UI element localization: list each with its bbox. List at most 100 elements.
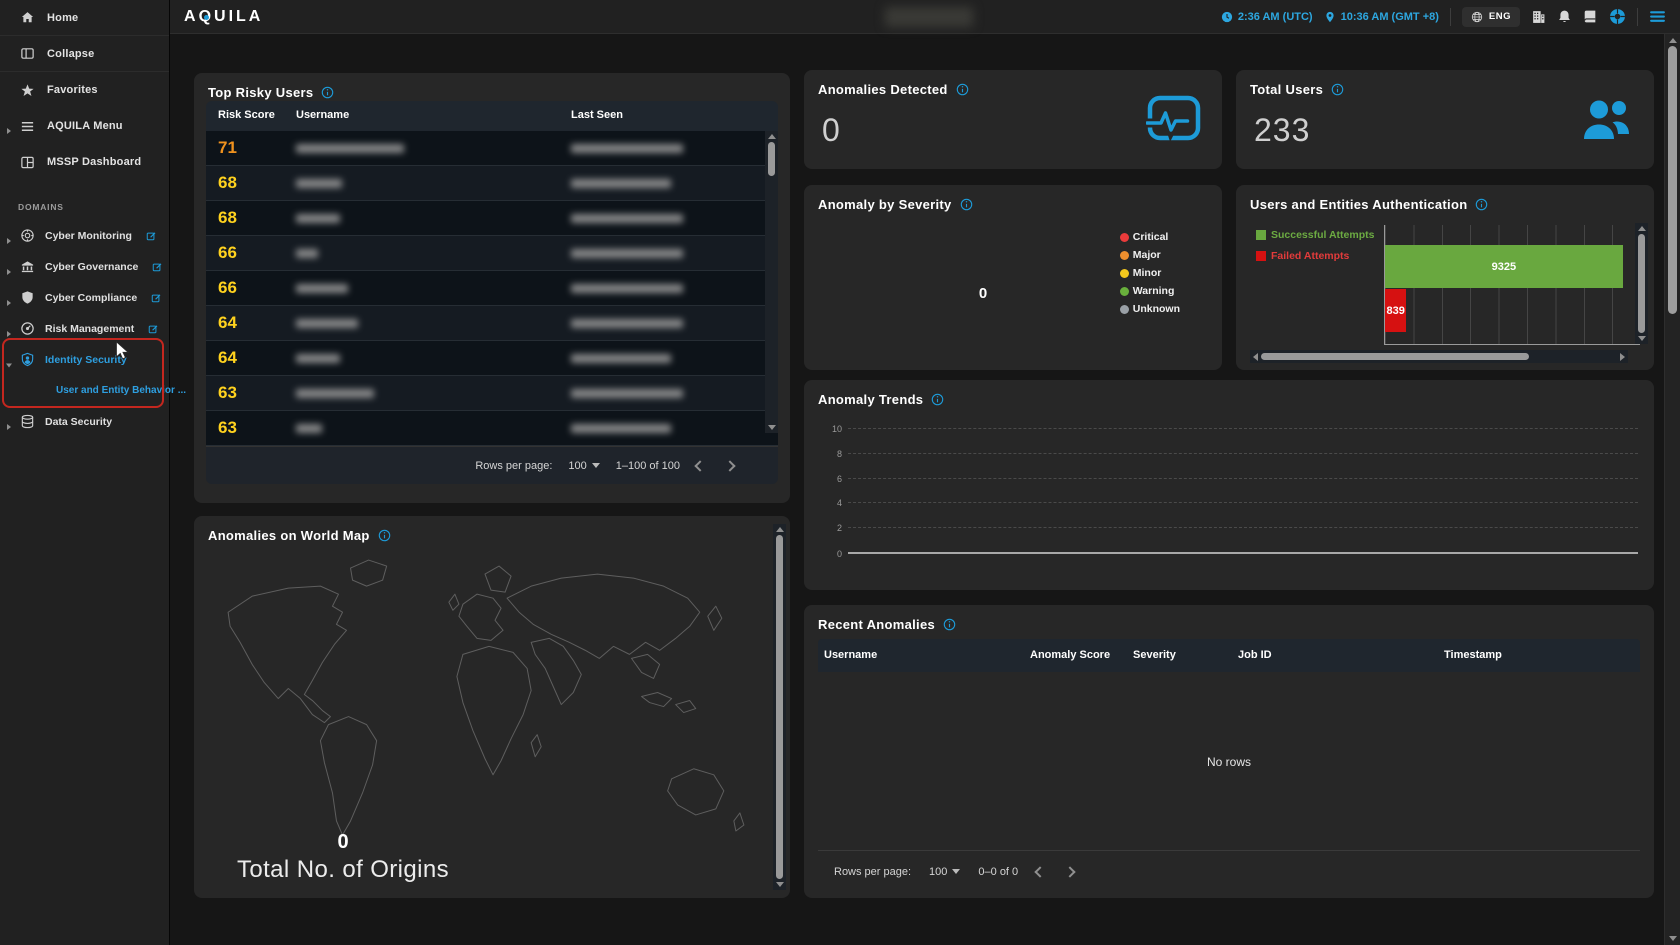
edit-icon[interactable] — [148, 324, 158, 334]
table-row[interactable]: 63 — [206, 411, 778, 446]
gauge-icon — [20, 321, 35, 336]
chevron-right-icon[interactable] — [5, 294, 13, 302]
table-row[interactable]: 66 — [206, 236, 778, 271]
table-scrollbar[interactable] — [765, 131, 778, 433]
edit-icon[interactable] — [152, 262, 162, 272]
chevron-right-icon[interactable] — [5, 263, 13, 271]
scrollbar-thumb[interactable] — [1668, 46, 1677, 314]
sidebar-item-collapse[interactable]: Collapse — [0, 36, 169, 72]
table-row[interactable]: 64 — [206, 341, 778, 376]
legend-item-critical[interactable]: Critical — [1120, 231, 1180, 243]
info-icon[interactable] — [956, 83, 969, 96]
map-scrollbar[interactable] — [773, 524, 786, 890]
scroll-down-icon[interactable] — [1669, 936, 1677, 941]
risk-score-value: 68 — [218, 208, 237, 228]
scroll-up-icon[interactable] — [1669, 38, 1677, 43]
logo-letters: UILA — [214, 8, 263, 26]
previous-page-button[interactable] — [1035, 866, 1046, 877]
anomaly-activity-icon — [1146, 94, 1202, 142]
gridline-y-10: 10 — [848, 428, 1638, 429]
clock-icon — [1221, 11, 1233, 23]
card-title: Anomaly by Severity — [818, 197, 952, 212]
legend-item-major[interactable]: Major — [1120, 249, 1180, 261]
sidebar-item-user-and-entity-behavior-[interactable]: User and Entity Behavior ... — [0, 375, 169, 406]
blurred-username — [296, 249, 318, 258]
risk-score-value: 64 — [218, 348, 237, 368]
sidebar-item-label: AQUILA Menu — [47, 120, 123, 132]
auth-vertical-scrollbar[interactable] — [1635, 223, 1648, 344]
sidebar-item-aquila-menu[interactable]: AQUILA Menu — [0, 108, 169, 144]
sidebar-top-items: HomeCollapseFavorites AQUILA Menu MSSP Das… — [0, 0, 169, 180]
info-icon[interactable] — [378, 529, 391, 542]
sidebar-item-home[interactable]: Home — [0, 0, 169, 36]
table-row[interactable]: 66 — [206, 271, 778, 306]
info-icon[interactable] — [943, 618, 956, 631]
language-selector[interactable]: ENG — [1462, 7, 1520, 27]
main-menu-button[interactable] — [1649, 8, 1666, 25]
rows-per-page-select[interactable]: 100 — [929, 866, 960, 878]
edit-icon[interactable] — [146, 231, 156, 241]
scrollbar-thumb[interactable] — [768, 142, 775, 176]
sidebar-item-favorites[interactable]: Favorites — [0, 72, 169, 108]
sidebar-item-cyber-governance[interactable]: Cyber Governance — [0, 251, 169, 282]
scrollbar-thumb[interactable] — [1261, 353, 1529, 360]
page-scrollbar[interactable] — [1664, 34, 1680, 945]
local-time-text: 10:36 AM (GMT +8) — [1341, 11, 1439, 23]
sidebar-item-identity-security[interactable]: Identity Security — [0, 344, 169, 375]
blurred-last-seen — [571, 389, 683, 398]
rows-per-page-select[interactable]: 100 — [568, 460, 599, 472]
scroll-up-icon[interactable] — [768, 134, 776, 139]
previous-page-button[interactable] — [694, 460, 705, 471]
auth-horizontal-scrollbar[interactable] — [1250, 350, 1628, 363]
chevron-right-icon[interactable] — [5, 122, 13, 130]
scrollbar-thumb[interactable] — [1638, 234, 1645, 333]
table-row[interactable]: 71 — [206, 131, 778, 166]
scroll-left-icon[interactable] — [1253, 353, 1258, 361]
next-page-button[interactable] — [1065, 866, 1076, 877]
sidebar-item-data-security[interactable]: Data Security — [0, 406, 169, 437]
table-row[interactable]: 64 — [206, 306, 778, 341]
sidebar-item-risk-management[interactable]: Risk Management — [0, 313, 169, 344]
scroll-down-icon[interactable] — [776, 882, 784, 887]
scroll-down-icon[interactable] — [768, 425, 776, 430]
table-row[interactable]: 63 — [206, 376, 778, 411]
organization-button[interactable] — [1531, 9, 1546, 24]
scrollbar-thumb[interactable] — [776, 535, 783, 879]
severity-total-value: 0 — [804, 285, 1162, 302]
legend-item-successful-attempts[interactable]: Successful Attempts — [1256, 229, 1374, 241]
table-row[interactable]: 68 — [206, 166, 778, 201]
info-icon[interactable] — [960, 198, 973, 211]
legend-item-failed-attempts[interactable]: Failed Attempts — [1256, 250, 1374, 262]
identity-icon — [20, 352, 35, 367]
scroll-right-icon[interactable] — [1620, 353, 1625, 361]
blurred-last-seen — [571, 284, 683, 293]
legend-item-unknown[interactable]: Unknown — [1120, 303, 1180, 315]
scroll-up-icon[interactable] — [1638, 226, 1646, 231]
notifications-button[interactable] — [1557, 9, 1572, 24]
blurred-username — [296, 319, 358, 328]
sidebar-item-mssp-dashboard[interactable]: MSSP Dashboard — [0, 144, 169, 180]
legend-item-warning[interactable]: Warning — [1120, 285, 1180, 297]
scroll-up-icon[interactable] — [776, 527, 784, 532]
scroll-down-icon[interactable] — [1638, 336, 1646, 341]
help-button[interactable] — [1609, 8, 1626, 25]
info-icon[interactable] — [931, 393, 944, 406]
documentation-button[interactable] — [1583, 9, 1598, 24]
info-icon[interactable] — [1475, 198, 1488, 211]
table-row[interactable]: 68 — [206, 201, 778, 236]
chevron-right-icon[interactable] — [5, 232, 13, 240]
sidebar-item-cyber-monitoring[interactable]: Cyber Monitoring — [0, 220, 169, 251]
gridline-y-4: 4 — [848, 502, 1638, 503]
chevron-down-icon[interactable] — [5, 356, 13, 364]
legend-label: Unknown — [1133, 303, 1180, 315]
info-icon[interactable] — [1331, 83, 1344, 96]
y-axis-tick-label: 4 — [822, 498, 842, 508]
sidebar-item-cyber-compliance[interactable]: Cyber Compliance — [0, 282, 169, 313]
legend-item-minor[interactable]: Minor — [1120, 267, 1180, 279]
chevron-right-icon[interactable] — [5, 418, 13, 426]
chevron-right-icon[interactable] — [5, 325, 13, 333]
info-icon[interactable] — [321, 86, 334, 99]
next-page-button[interactable] — [724, 460, 735, 471]
legend-label: Failed Attempts — [1271, 250, 1349, 262]
edit-icon[interactable] — [151, 293, 161, 303]
